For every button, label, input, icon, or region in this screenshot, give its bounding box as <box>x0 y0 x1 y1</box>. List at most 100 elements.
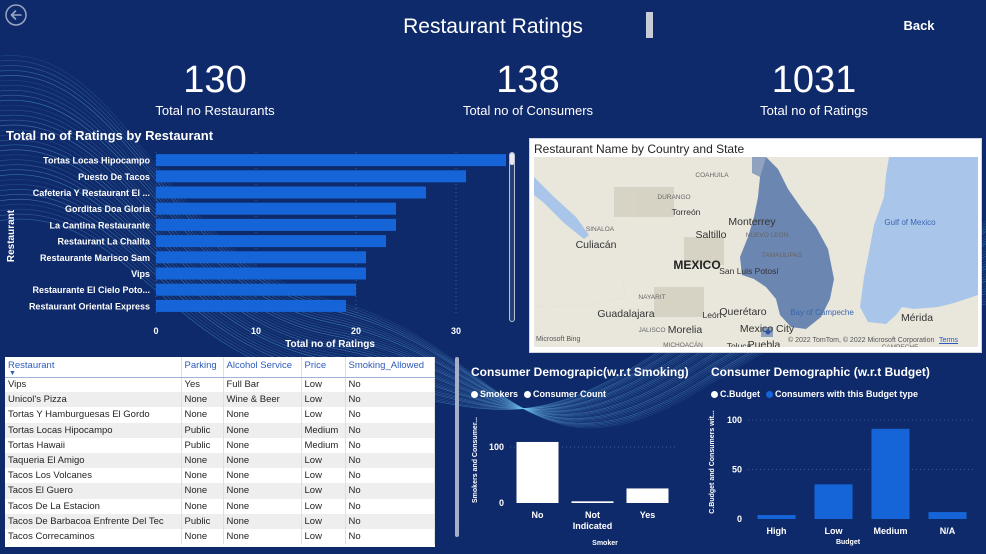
table-cell: Public <box>181 437 224 453</box>
x-tick-label: 0 <box>153 326 158 336</box>
bar[interactable] <box>156 186 426 199</box>
table-cell: Low <box>301 513 346 529</box>
map-label: Mérida <box>901 312 933 324</box>
kpi-label: Total no of Ratings <box>760 103 868 118</box>
table-row[interactable]: Tacos El Guero None None Low No <box>5 483 435 499</box>
bar[interactable] <box>156 299 346 312</box>
table-cell: No <box>345 483 435 499</box>
sort-down-caret-icon[interactable]: ▼ <box>9 370 16 377</box>
back-button[interactable]: Back <box>893 18 945 36</box>
bar[interactable] <box>156 202 396 215</box>
table-row[interactable]: Tortas Hawaii Public None Medium No <box>5 437 435 453</box>
category-label: N/A <box>940 526 956 536</box>
table-row[interactable]: Tortas Locas Hipocampo Public None Medium No <box>5 422 435 438</box>
map-label: MEXICO <box>673 258 720 272</box>
restaurant-table[interactable]: Restaurant ▼ Parking Alcohol Service Pri… <box>5 357 435 547</box>
bar-chart-scrollbar[interactable] <box>509 152 515 322</box>
table-row[interactable]: Tacos Los Volcanes None None Low No <box>5 468 435 484</box>
category-label: Gorditas Doa Gloria <box>65 204 151 214</box>
y-tick-label: 0 <box>737 514 742 524</box>
table-cell: No <box>345 513 435 529</box>
column-header-price[interactable]: Price <box>301 357 346 378</box>
table-row[interactable]: Unicol's Pizza None Wine & Beer Low No <box>5 392 435 408</box>
legend-item[interactable]: Smokers <box>471 389 518 399</box>
x-tick-label: 10 <box>251 326 261 336</box>
map-label: Bay of Campeche <box>790 308 854 317</box>
table-cell: None <box>181 483 224 499</box>
y-tick-label: 100 <box>489 442 504 452</box>
map-visual[interactable]: Restaurant Name by Country and State COA… <box>529 138 982 353</box>
bar[interactable] <box>516 441 559 503</box>
table-cell: None <box>223 407 302 423</box>
category-label: La Cantina Restaurante <box>49 220 150 230</box>
map-point[interactable] <box>765 329 771 335</box>
bar[interactable] <box>571 501 614 503</box>
table-cell: None <box>223 452 302 469</box>
bar[interactable] <box>814 484 853 519</box>
bar[interactable] <box>156 251 366 264</box>
legend-item[interactable]: C.Budget <box>711 389 760 399</box>
table-row[interactable]: Tacos De La Estacion None None Low No <box>5 498 435 514</box>
bar[interactable] <box>626 488 669 503</box>
legend-item[interactable]: Consumers with this Budget type <box>766 389 918 399</box>
legend-label: Consumers with this Budget type <box>775 389 919 399</box>
kpi-label: Total no of Consumers <box>462 103 594 118</box>
y-axis-label: Restaurant <box>6 209 17 262</box>
legend-label: Smokers <box>480 389 519 399</box>
map-label: Saltillo <box>696 229 727 241</box>
table-cell: None <box>181 528 224 545</box>
bar[interactable] <box>928 512 967 519</box>
page-title: Restaurant Ratings <box>403 15 583 38</box>
map-canvas[interactable]: COAHUILA DURANGO Torreón Monterrey NUEVO LEÓ… <box>534 157 978 347</box>
table-cell: Public <box>181 422 224 438</box>
bar[interactable] <box>757 515 796 519</box>
y-axis-label: C.Budget and Consumers wit... <box>709 410 716 514</box>
bar[interactable] <box>156 218 396 231</box>
table-cell: Vips <box>5 377 182 393</box>
legend-item[interactable]: Consumer Count <box>524 389 606 399</box>
column-header-restaurant[interactable]: Restaurant ▼ <box>5 357 182 378</box>
map-label: NAYARIT <box>638 294 665 301</box>
bar-chart-scroll-thumb[interactable] <box>510 153 514 165</box>
smoking-chart-legend: Smokers Consumer Count <box>471 389 606 399</box>
table-row[interactable]: Tacos Correcaminos None None Low No <box>5 528 435 545</box>
table-cell: Tortas Locas Hipocampo <box>5 422 182 438</box>
x-axis-label: Budget <box>836 539 861 546</box>
bar[interactable] <box>156 283 356 296</box>
table-row[interactable]: Tacos De Barbacoa Enfrente Del Tec Public… <box>5 513 435 529</box>
bar[interactable] <box>156 170 466 183</box>
table-row[interactable]: Vips Yes Full Bar Low No <box>5 377 435 393</box>
y-tick-label: 100 <box>727 415 742 425</box>
map-copyright: © 2022 TomTom, © 2022 Microsoft Corporat… <box>788 337 935 344</box>
column-header-smoking-allowed[interactable]: Smoking_Allowed <box>345 357 435 378</box>
smoking-chart[interactable]: 0 100 No NotIndicated Yes Smoker Smokers and C… <box>455 400 700 550</box>
table-cell: None <box>181 392 224 408</box>
map-label: Puebla <box>748 339 781 347</box>
map-terms-link[interactable]: Terms <box>939 337 958 344</box>
map-label: CAMPECHE <box>882 344 920 347</box>
table-cell: Tacos De Barbacoa Enfrente Del Tec <box>5 513 182 529</box>
ratings-by-restaurant-chart[interactable]: 0 10 20 30 Tortas Locas Hipocampo Puesto De T… <box>0 144 520 354</box>
table-cell: Tacos El Guero <box>5 483 182 499</box>
budget-chart[interactable]: 0 50 100 High Low Medium N/A Budget C.Budget and… <box>700 400 986 554</box>
bar[interactable] <box>156 267 366 280</box>
bar[interactable] <box>156 235 386 248</box>
column-header-parking[interactable]: Parking <box>181 357 224 378</box>
table-row[interactable]: Tortas Y Hamburguesas El Gordo None None Lo… <box>5 407 435 423</box>
category-label: Low <box>825 526 844 536</box>
table-row[interactable]: Taqueria El Amigo None None Low No <box>5 452 435 469</box>
table-cell: None <box>181 468 224 484</box>
map-label: JALISCO <box>638 327 665 334</box>
map-label: Guadalajara <box>597 308 654 320</box>
table-cell: Low <box>301 452 346 469</box>
map-label: Torreón <box>672 207 701 217</box>
table-cell: Low <box>301 377 346 393</box>
column-header-alcohol-service[interactable]: Alcohol Service <box>223 357 302 378</box>
bar[interactable] <box>156 154 506 167</box>
table-cell: Low <box>301 483 346 499</box>
legend-dot-icon <box>524 390 532 398</box>
bar[interactable] <box>871 428 910 519</box>
table-cell: No <box>345 392 435 408</box>
table-cell: No <box>345 498 435 514</box>
map-label: TAMAULIPAS <box>762 252 803 259</box>
